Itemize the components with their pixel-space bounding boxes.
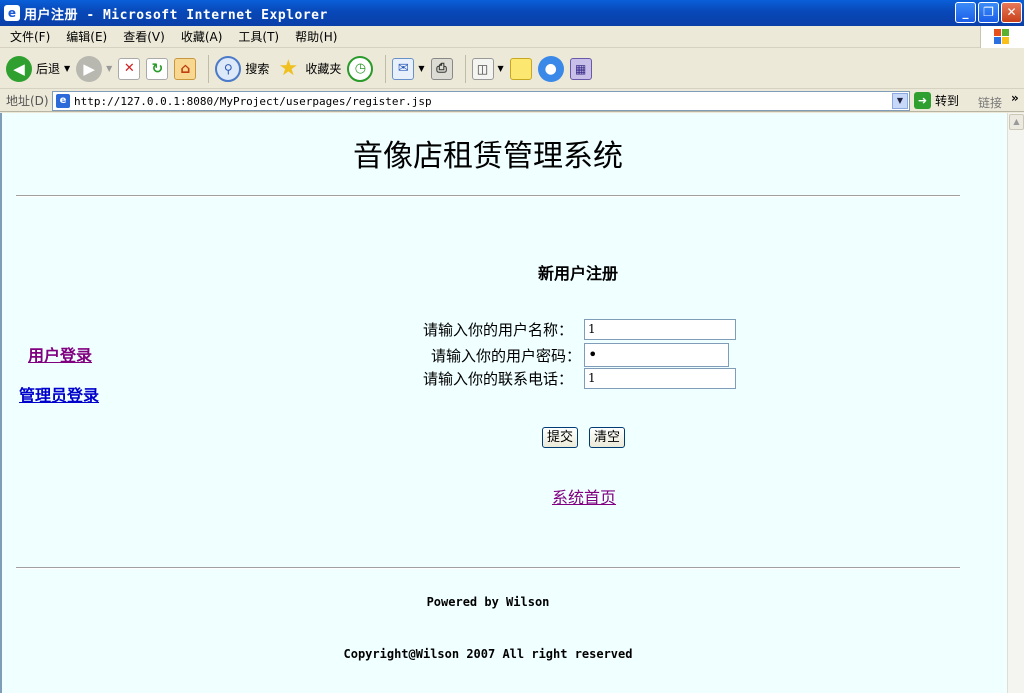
back-dropdown-icon[interactable]: ▼ [64, 64, 70, 73]
printer-icon: ⎙ [430, 57, 453, 80]
go-arrow-icon: ➜ [914, 92, 931, 109]
refresh-icon: ↻ [146, 57, 169, 80]
top-divider [16, 195, 960, 197]
home-link[interactable]: 系统首页 [552, 484, 616, 508]
phone-input[interactable]: 1 [584, 368, 737, 389]
edit-button[interactable]: ◫ ▼ [471, 53, 504, 85]
address-input[interactable]: e http://127.0.0.1:8080/MyProject/userpa… [52, 91, 910, 111]
refresh-button[interactable]: ↻ [146, 53, 169, 85]
password-label: 请输入你的用户密码： [431, 346, 582, 365]
menu-view[interactable]: 查看(V) [117, 28, 171, 45]
clear-button[interactable]: 清空 [589, 427, 626, 448]
history-button[interactable]: ◷ [347, 53, 374, 85]
forward-arrow-icon: ▶ [76, 55, 103, 82]
history-icon: ◷ [347, 55, 374, 82]
menu-file[interactable]: 文件(F) [4, 28, 56, 45]
window-titlebar: e 用户注册 - Microsoft Internet Explorer _ ❐… [0, 0, 1024, 26]
search-button[interactable]: ⚲ 搜索 [215, 53, 269, 85]
edit-icon: ◫ [471, 57, 494, 80]
sticky-note-icon [509, 57, 532, 80]
apple-icon: ● [537, 55, 564, 82]
address-label: 地址(D) [6, 94, 49, 108]
windows-flag-icon [994, 29, 1010, 45]
username-input[interactable]: 1 [584, 319, 737, 340]
print-button[interactable]: ⎙ [430, 53, 453, 85]
stop-button[interactable]: ✕ [118, 53, 141, 85]
page-icon: e [56, 94, 70, 108]
window-title: 用户注册 - Microsoft Internet Explorer [24, 7, 328, 23]
page-title: 音像店租赁管理系统 [353, 139, 623, 174]
go-button[interactable]: ➜ 转到 [914, 92, 959, 109]
password-row: 请输入你的用户密码： • [431, 343, 730, 367]
powered-by: Powered by Wilson [426, 595, 550, 609]
menu-edit[interactable]: 编辑(E) [60, 28, 113, 45]
messenger-button[interactable]: ● [537, 53, 564, 85]
address-bar: 地址(D) e http://127.0.0.1:8080/MyProject/… [0, 90, 1024, 112]
ie-icon: e [4, 5, 20, 21]
links-label[interactable]: 链接 [978, 94, 1002, 111]
toolbar: ◀ 后退 ▼ ▶ ▼ ✕ ↻ ⌂ ⚲ 搜索 ★ 收藏夹 ◷ ✉ ▼ ⎙ ◫ ▼ … [0, 49, 1024, 89]
research-icon: ▦ [569, 57, 592, 80]
username-label: 请输入你的用户名称： [423, 321, 574, 339]
chevron-right-icon[interactable]: » [1011, 91, 1019, 105]
mail-button[interactable]: ✉ ▼ [392, 53, 425, 85]
menu-help[interactable]: 帮助(H) [289, 28, 343, 45]
windows-logo [980, 26, 1024, 48]
search-label: 搜索 [245, 62, 270, 76]
minimize-button[interactable]: _ [955, 2, 976, 23]
phone-row: 请输入你的联系电话： 1 [423, 368, 737, 389]
scroll-up-icon[interactable]: ▲ [1009, 114, 1024, 130]
back-label: 后退 [36, 62, 61, 76]
close-button[interactable]: ✕ [1001, 2, 1022, 23]
forward-button[interactable]: ▶ ▼ [76, 53, 112, 85]
toolbar-separator [208, 54, 210, 83]
notes-button[interactable] [509, 53, 532, 85]
edit-dropdown-icon[interactable]: ▼ [498, 64, 504, 73]
research-button[interactable]: ▦ [569, 53, 592, 85]
menu-tools[interactable]: 工具(T) [232, 28, 285, 45]
mail-icon: ✉ [392, 57, 415, 80]
user-login-link[interactable]: 用户登录 [28, 342, 92, 366]
address-url[interactable]: http://127.0.0.1:8080/MyProject/userpage… [74, 95, 432, 108]
menu-bar: 文件(F) 编辑(E) 查看(V) 收藏(A) 工具(T) 帮助(H) [0, 26, 1024, 48]
stop-icon: ✕ [118, 57, 141, 80]
admin-login-link[interactable]: 管理员登录 [19, 382, 99, 406]
toolbar-separator [385, 54, 387, 83]
address-dropdown-icon[interactable]: ▼ [892, 93, 908, 109]
forward-dropdown-icon[interactable]: ▼ [106, 64, 112, 73]
restore-button[interactable]: ❐ [978, 2, 999, 23]
phone-label: 请输入你的联系电话： [423, 370, 574, 388]
vertical-scrollbar[interactable]: ▲ [1007, 113, 1024, 693]
home-button[interactable]: ⌂ [174, 53, 197, 85]
page-content: 音像店租赁管理系统 用户登录 管理员登录 新用户注册 请输入你的用户名称： 1 … [0, 113, 1007, 693]
username-row: 请输入你的用户名称： 1 [423, 319, 737, 340]
bottom-divider [16, 567, 960, 569]
favorites-button[interactable]: ★ 收藏夹 [275, 53, 341, 85]
submit-button[interactable]: 提交 [542, 427, 579, 448]
back-arrow-icon: ◀ [6, 55, 32, 82]
home-icon: ⌂ [174, 57, 197, 80]
password-input[interactable]: • [584, 343, 730, 367]
go-label: 转到 [935, 94, 960, 108]
copyright: Copyright@Wilson 2007 All right reserved [343, 647, 633, 661]
star-icon: ★ [278, 56, 299, 81]
mail-dropdown-icon[interactable]: ▼ [418, 64, 424, 73]
menu-favorites[interactable]: 收藏(A) [175, 28, 229, 45]
form-heading: 新用户注册 [538, 264, 619, 283]
toolbar-separator [464, 54, 466, 83]
favorites-label: 收藏夹 [305, 62, 342, 76]
back-button[interactable]: ◀ 后退 ▼ [6, 53, 70, 85]
search-icon: ⚲ [215, 55, 242, 82]
